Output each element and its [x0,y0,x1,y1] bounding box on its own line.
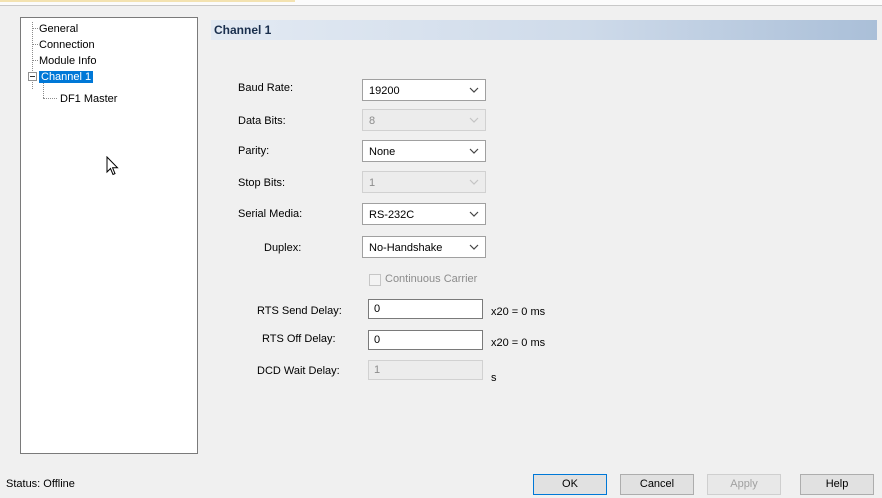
tree-item-label: Connection [39,39,95,51]
dropdown-arrow-icon [469,116,479,124]
panel-title: Channel 1 [214,23,272,37]
dropdown-arrow-icon [469,243,479,251]
baud-rate-value: 19200 [369,85,400,97]
dropdown-arrow-icon [469,147,479,155]
parity-label: Parity: [238,145,270,157]
cancel-button[interactable]: Cancel [620,474,694,495]
top-strip [0,0,882,6]
tree-item-module-info[interactable]: Module Info [37,54,98,68]
mouse-pointer-icon [106,155,119,179]
parity-select[interactable]: None [362,140,486,162]
duplex-value: No-Handshake [369,242,443,254]
apply-button[interactable]: Apply [707,474,781,495]
stop-bits-value: 1 [369,177,376,189]
stop-bits-select[interactable]: 1 [362,171,486,193]
stop-bits-label: Stop Bits: [238,177,286,189]
dropdown-arrow-icon [469,210,479,218]
status-text: Status: Offline [6,478,75,490]
rts-off-delay-unit: x20 = 0 ms [491,337,546,349]
category-tree[interactable]: General Connection Module Info Channel 1… [20,17,198,454]
tree-item-general[interactable]: General [37,22,80,36]
duplex-label: Duplex: [264,242,302,254]
parity-value: None [369,146,396,158]
tree-expander-minus-icon[interactable] [28,72,37,81]
tree-item-df1-master[interactable]: DF1 Master [58,92,119,106]
rts-send-delay-value: 0 [374,303,381,315]
data-bits-select[interactable]: 8 [362,109,486,131]
help-button[interactable]: Help [800,474,874,495]
ok-button[interactable]: OK [533,474,607,495]
dcd-wait-delay-value: 1 [374,364,381,376]
dcd-wait-delay-input[interactable]: 1 [368,360,483,380]
tree-item-channel-1[interactable]: Channel 1 [39,70,94,84]
rts-off-delay-label: RTS Off Delay: [262,333,336,345]
top-accent [0,0,295,2]
baud-rate-select[interactable]: 19200 [362,79,486,101]
continuous-carrier-checkbox[interactable] [369,274,381,286]
rts-off-delay-input[interactable]: 0 [368,330,483,350]
rts-send-delay-input[interactable]: 0 [368,299,483,319]
data-bits-value: 8 [369,115,376,127]
rts-send-delay-label: RTS Send Delay: [257,305,342,317]
continuous-carrier-label: Continuous Carrier [385,273,478,285]
data-bits-label: Data Bits: [238,115,286,127]
tree-line [43,98,57,99]
serial-media-select[interactable]: RS-232C [362,203,486,225]
baud-rate-label: Baud Rate: [238,82,294,94]
tree-item-label: Module Info [39,55,97,67]
serial-media-label: Serial Media: [238,208,303,220]
tree-item-label: Channel 1 [39,71,94,83]
dcd-wait-delay-unit: s [491,372,497,384]
dropdown-arrow-icon [469,86,479,94]
dcd-wait-delay-label: DCD Wait Delay: [257,365,340,377]
panel-header: Channel 1 [211,20,877,40]
rts-send-delay-unit: x20 = 0 ms [491,306,546,318]
rts-off-delay-value: 0 [374,334,381,346]
serial-media-value: RS-232C [369,209,415,221]
tree-item-label: General [39,23,79,35]
duplex-select[interactable]: No-Handshake [362,236,486,258]
tree-item-label: DF1 Master [60,93,118,105]
dropdown-arrow-icon [469,178,479,186]
tree-item-connection[interactable]: Connection [37,38,97,52]
